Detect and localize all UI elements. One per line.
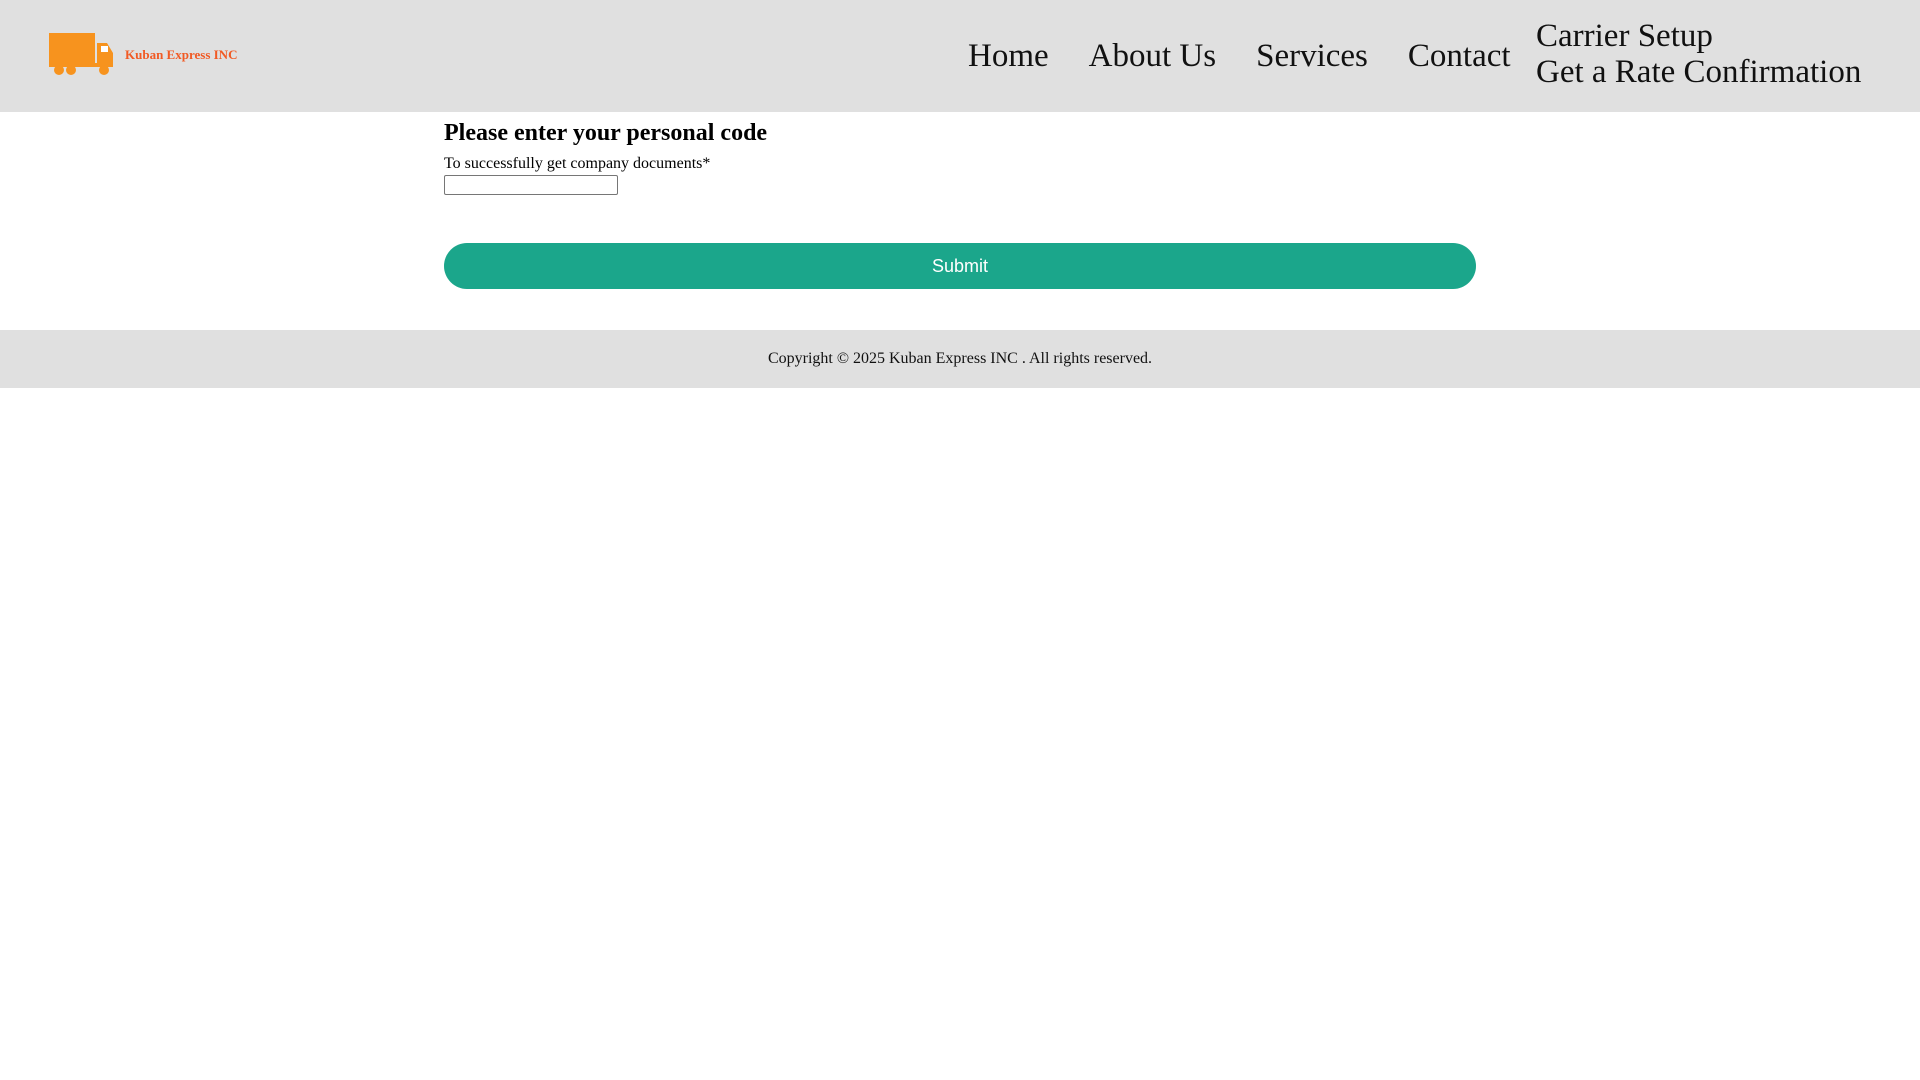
form-title: Please enter your personal code [444, 120, 768, 146]
nav-home[interactable]: Home [968, 38, 1049, 75]
logo[interactable]: Kuban Express INC [49, 33, 237, 77]
nav-services[interactable]: Services [1256, 38, 1368, 75]
nav-rate-confirmation[interactable]: Get a Rate Confirmation [1536, 54, 1861, 90]
site-footer: Copyright © 2025 Kuban Express INC . All… [0, 330, 1920, 388]
submit-button[interactable]: Submit [444, 243, 1476, 289]
nav-carrier-setup[interactable]: Carrier Setup [1536, 18, 1861, 54]
code-field-label: To successfully get company documents* [444, 155, 711, 172]
nav-secondary: Carrier Setup Get a Rate Confirmation [1536, 18, 1861, 90]
main-nav: Home About Us Services Contact [968, 0, 1551, 112]
personal-code-input[interactable] [444, 175, 618, 195]
code-input-row [444, 175, 1476, 195]
nav-about-us[interactable]: About Us [1089, 38, 1216, 75]
nav-contact[interactable]: Contact [1408, 38, 1511, 75]
copyright-text: Copyright © 2025 Kuban Express INC . All… [767, 350, 1153, 367]
truck-icon [49, 33, 115, 77]
site-header: Kuban Express INC Home About Us Services… [0, 0, 1920, 112]
code-form: Please enter your personal code To succe… [444, 118, 1476, 289]
brand-name: Kuban Express INC [125, 47, 238, 62]
